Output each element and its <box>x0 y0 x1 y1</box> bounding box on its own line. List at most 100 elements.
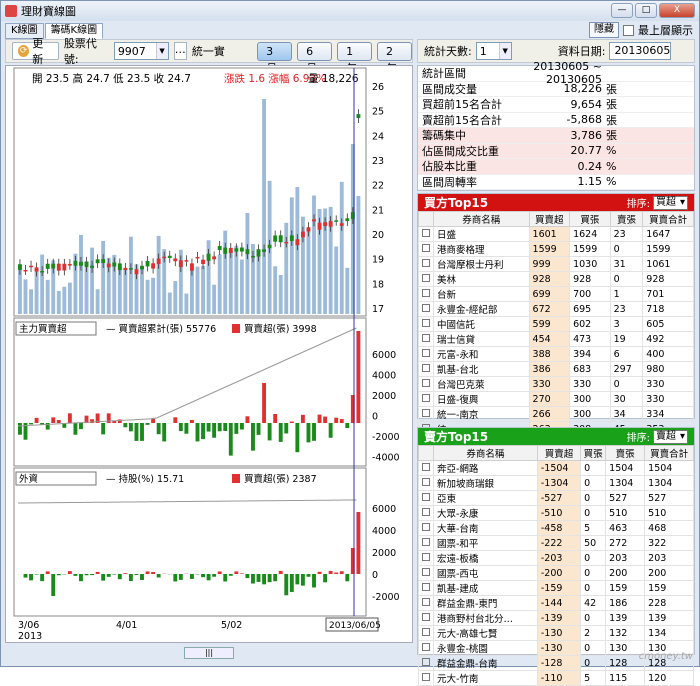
hide-button[interactable]: 隱藏 <box>589 22 619 38</box>
table-row[interactable]: 永豐金-經紀部67269523718 <box>419 302 694 317</box>
table-row[interactable]: 港商麥格理1599159901599 <box>419 242 694 257</box>
table-row[interactable]: 亞東-5270527527 <box>419 491 694 506</box>
candle-body <box>140 266 144 269</box>
table-row[interactable]: 大眾-永康-5100510510 <box>419 506 694 521</box>
horizontal-scrollbar[interactable]: ||| <box>184 647 234 659</box>
table-row[interactable]: 美林9289280928 <box>419 272 694 287</box>
row-checkbox[interactable] <box>422 598 430 606</box>
table-row[interactable]: 日盛-復興27030030330 <box>419 392 694 407</box>
table-row[interactable]: 台灣巴克萊3303300330 <box>419 377 694 392</box>
row-checkbox[interactable] <box>422 658 430 666</box>
row-checkbox[interactable] <box>422 349 430 357</box>
row-checkbox[interactable] <box>422 508 430 516</box>
more-button[interactable]: … <box>174 42 187 60</box>
header-cell[interactable]: 券商名稱 <box>434 446 538 461</box>
table-row[interactable]: 台新6997001701 <box>419 287 694 302</box>
date-field[interactable]: 20130605 <box>609 42 671 60</box>
header-cell[interactable]: 賣張 <box>606 446 645 461</box>
table-row[interactable]: 日盛16011624231647 <box>419 227 694 242</box>
row-checkbox[interactable] <box>422 274 430 282</box>
foreign-bar <box>179 574 183 580</box>
row-checkbox[interactable] <box>422 259 430 267</box>
header-cell[interactable]: 買張 <box>570 212 611 227</box>
range-3m-button[interactable]: 3月 <box>257 42 292 61</box>
buy-sort-combo[interactable]: 買超▾ <box>653 196 688 210</box>
table-row[interactable]: 元大-竹南-1105115120 <box>419 671 694 686</box>
table-row[interactable]: 宏遠-板橋-2030203203 <box>419 551 694 566</box>
table-row[interactable]: 凱基-建成-1590159159 <box>419 581 694 596</box>
row-checkbox[interactable] <box>422 289 430 297</box>
table-row[interactable]: 凱基-台北386683297980 <box>419 362 694 377</box>
table-cell: 群益金鼎-東門 <box>434 596 538 611</box>
table-row[interactable]: 國票-西屯-2000200200 <box>419 566 694 581</box>
row-checkbox[interactable] <box>422 304 430 312</box>
row-checkbox[interactable] <box>422 583 430 591</box>
table-row[interactable]: 台灣摩根士丹利9991030311061 <box>419 257 694 272</box>
volume-bar <box>340 182 344 314</box>
sell-sort-combo[interactable]: 賣超▾ <box>653 430 688 444</box>
header-cell[interactable]: 買賣超 <box>529 212 570 227</box>
range-1y-button[interactable]: 1年 <box>337 42 372 61</box>
row-checkbox[interactable] <box>422 613 430 621</box>
foreign-bar-legend-swatch <box>232 474 240 483</box>
table-row[interactable]: 瑞士信貸45447319492 <box>419 332 694 347</box>
chevron-down-icon[interactable]: ▼ <box>156 43 168 59</box>
row-checkbox[interactable] <box>422 538 430 546</box>
days-combo[interactable]: 1▼ <box>476 42 512 60</box>
row-checkbox[interactable] <box>422 568 430 576</box>
row-checkbox[interactable] <box>422 394 430 402</box>
refresh-button[interactable]: ⟳更新 <box>12 42 59 60</box>
candle-body <box>318 223 322 230</box>
row-checkbox[interactable] <box>422 523 430 531</box>
sell-sort-label: 排序: <box>627 429 650 444</box>
row-checkbox[interactable] <box>422 379 430 387</box>
table-row[interactable]: 群益金鼎-東門-14442186228 <box>419 596 694 611</box>
table-row[interactable]: 奔亞-網路-1504015041504 <box>419 461 694 476</box>
ontop-checkbox[interactable] <box>623 25 634 36</box>
row-checkbox[interactable] <box>422 478 430 486</box>
table-row[interactable]: 新加坡商瑞銀-1304013041304 <box>419 476 694 491</box>
main-force-bar <box>301 415 305 423</box>
row-checkbox[interactable] <box>422 643 430 651</box>
table-cell: 0 <box>581 506 606 521</box>
table-cell: 日盛-復興 <box>434 392 530 407</box>
close-button[interactable]: X <box>659 3 695 18</box>
maximize-button[interactable]: □ <box>635 3 657 18</box>
row-checkbox[interactable] <box>422 229 430 237</box>
row-checkbox[interactable] <box>422 334 430 342</box>
chevron-down-icon[interactable]: ▾ <box>678 197 687 209</box>
chevron-down-icon[interactable]: ▾ <box>678 431 687 443</box>
header-cell[interactable]: 券商名稱 <box>434 212 530 227</box>
range-2y-button[interactable]: 2年 <box>377 42 412 61</box>
row-checkbox[interactable] <box>422 364 430 372</box>
main-force-bar <box>57 420 61 423</box>
range-6m-button[interactable]: 6月 <box>297 42 332 61</box>
chevron-down-icon[interactable]: ▼ <box>499 43 511 59</box>
table-row[interactable]: 中國信託5996023605 <box>419 317 694 332</box>
table-cell: 159 <box>645 581 694 596</box>
stock-code-combo[interactable]: 9907▼ <box>114 42 169 60</box>
row-checkbox[interactable] <box>422 553 430 561</box>
row-checkbox[interactable] <box>422 319 430 327</box>
foreign-bar <box>140 574 144 580</box>
table-row[interactable]: 統一-南京26630034334 <box>419 407 694 422</box>
table-row[interactable]: 國票-和平-22250272322 <box>419 536 694 551</box>
table-row[interactable]: 元大-高雄七賢-1302132134 <box>419 626 694 641</box>
row-checkbox[interactable] <box>422 463 430 471</box>
minimize-button[interactable]: — <box>611 3 633 18</box>
table-row[interactable]: 元富-永和3883946400 <box>419 347 694 362</box>
candle-body <box>329 221 333 227</box>
kline-chart[interactable]: 開 23.5 高 24.7 低 23.5 收 24.7漲跌 1.6 漲幅 6.9… <box>6 66 412 642</box>
header-cell[interactable]: 買賣合計 <box>643 212 694 227</box>
row-checkbox[interactable] <box>422 493 430 501</box>
header-cell[interactable]: 買賣合計 <box>645 446 694 461</box>
row-checkbox[interactable] <box>422 244 430 252</box>
header-cell[interactable]: 賣張 <box>610 212 643 227</box>
row-checkbox[interactable] <box>422 628 430 636</box>
row-checkbox[interactable] <box>422 673 430 681</box>
table-row[interactable]: 港商野村台北分…-1390139139 <box>419 611 694 626</box>
table-row[interactable]: 大華-台南-4585463468 <box>419 521 694 536</box>
header-cell[interactable]: 買張 <box>581 446 606 461</box>
header-cell[interactable]: 買賣超 <box>537 446 580 461</box>
row-checkbox[interactable] <box>422 409 430 417</box>
